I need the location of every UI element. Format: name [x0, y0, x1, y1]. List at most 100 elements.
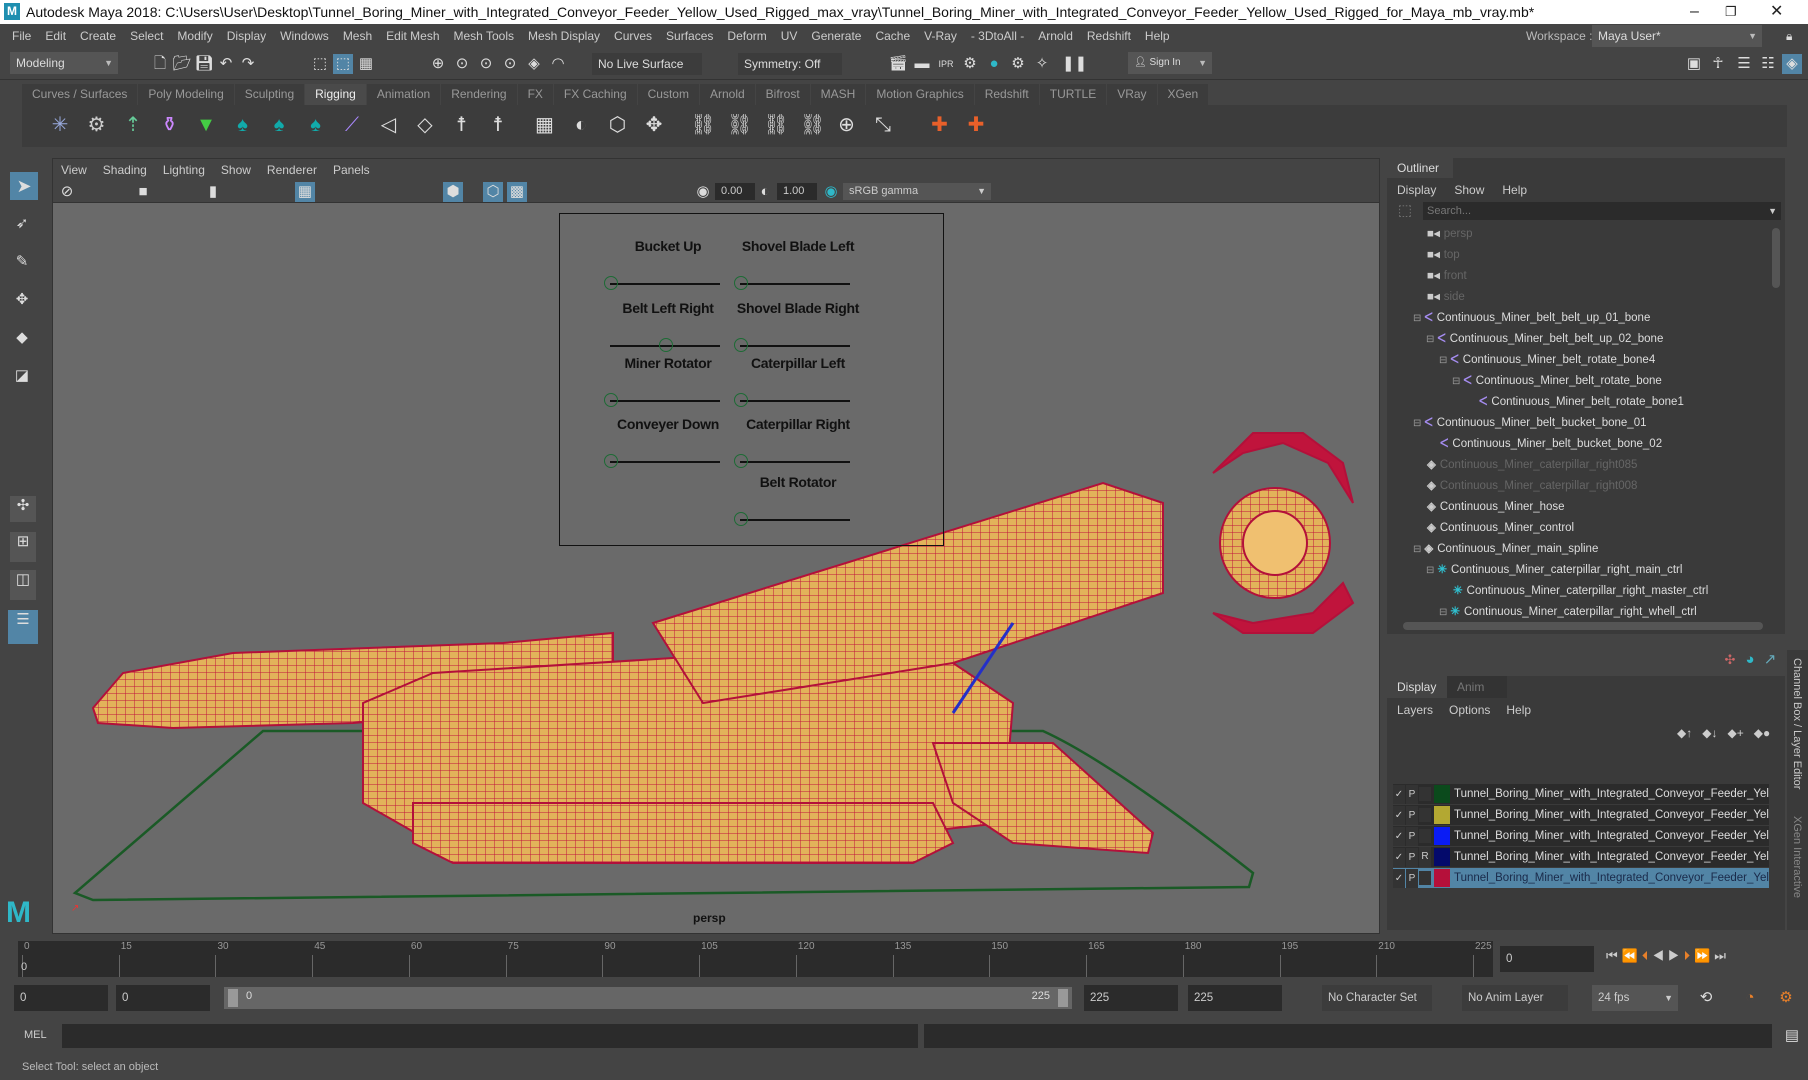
layer-tab-display[interactable]: Display — [1387, 676, 1447, 698]
range-end-handle[interactable] — [1058, 989, 1068, 1007]
shelf-tab-mash[interactable]: MASH — [810, 84, 866, 105]
menu-generate[interactable]: Generate — [811, 24, 861, 48]
shelf-tab-rigging[interactable]: Rigging — [305, 84, 366, 105]
reference-toggle[interactable] — [1419, 786, 1431, 801]
move-layer-down-icon[interactable]: ◆↓ — [1702, 726, 1717, 740]
reference-toggle[interactable]: R — [1419, 847, 1431, 867]
constraint-orange-icon[interactable]: ✚ — [966, 115, 986, 135]
slider-knob[interactable] — [659, 338, 673, 352]
outliner-filter-icon[interactable]: ⬚ — [1395, 201, 1415, 221]
menu-mesh-display[interactable]: Mesh Display — [528, 24, 600, 48]
paint-select-icon[interactable]: ✎ — [12, 252, 32, 272]
tool-settings-icon[interactable]: ☷ — [1758, 54, 1778, 74]
layer-color-swatch[interactable] — [1434, 848, 1450, 866]
slider-knob[interactable] — [734, 276, 748, 290]
start-time-field[interactable]: 0 — [14, 985, 108, 1011]
mel-input[interactable] — [62, 1024, 918, 1048]
expand-toggle-icon[interactable]: ⊟ — [1439, 355, 1447, 366]
visibility-toggle[interactable]: ✓ — [1393, 806, 1405, 825]
workspace-dropdown[interactable]: Maya User* ▼ — [1592, 25, 1762, 47]
camera-icon[interactable]: ■ — [133, 182, 153, 202]
select-component-icon[interactable]: ▦ — [356, 54, 376, 74]
playback-toggle[interactable]: P — [1406, 848, 1418, 867]
cluster-a-icon[interactable]: ♠ — [233, 115, 253, 135]
outliner-item[interactable]: ◈ Continuous_Miner_control — [1413, 518, 1574, 539]
slider-knob[interactable] — [734, 393, 748, 407]
hik-char-icon[interactable]: ☨ — [452, 115, 472, 135]
menu-display[interactable]: Display — [227, 24, 266, 48]
snap-surface-icon[interactable]: ◈ — [524, 54, 544, 74]
shelf-tab-arnold[interactable]: Arnold — [699, 84, 755, 105]
xgen-tab[interactable]: XGen Interactive — [1791, 816, 1803, 898]
symmetry-field[interactable]: Symmetry: Off — [738, 53, 842, 75]
shelf-tab-curves-surfaces[interactable]: Curves / Surfaces — [22, 84, 138, 105]
outliner-layout-icon[interactable]: ☰ — [8, 610, 38, 644]
loop-icon[interactable]: ⟲ — [1696, 988, 1716, 1008]
layer-row[interactable]: ✓ P Tunnel_Boring_Miner_with_Integrated_Co… — [1393, 784, 1769, 804]
new-layer-selected-icon[interactable]: ◆● — [1754, 726, 1770, 740]
menu-mesh[interactable]: Mesh — [343, 24, 372, 48]
panel-menu-show[interactable]: Show — [221, 159, 251, 181]
script-editor-icon[interactable]: ▤ — [1782, 1026, 1802, 1046]
panel-menu-renderer[interactable]: Renderer — [267, 159, 317, 181]
visibility-toggle[interactable]: ✓ — [1393, 848, 1405, 867]
timeline-track[interactable]: 0 15 30 45 60 75 90 105 120 135 150 165 180 195 210 225… — [18, 941, 1493, 977]
shelf-tab-rendering[interactable]: Rendering — [441, 84, 517, 105]
two-view-icon[interactable]: ◫ — [10, 570, 36, 600]
layer-row[interactable]: ✓ P Tunnel_Boring_Miner_with_Integrated_Co… — [1393, 826, 1769, 846]
menu-mesh-tools[interactable]: Mesh Tools — [454, 24, 514, 48]
fps-dropdown[interactable]: 24 fps ▼ — [1592, 985, 1678, 1011]
slider-knob[interactable] — [604, 276, 618, 290]
slider-knob[interactable] — [604, 454, 618, 468]
end-time-field[interactable]: 225 — [1084, 985, 1178, 1011]
menu-arnold[interactable]: Arnold — [1038, 24, 1073, 48]
wrap-icon[interactable]: ⬡ — [608, 115, 628, 135]
expand-toggle-icon[interactable]: ⊟ — [1452, 376, 1460, 387]
aim-constraint-icon[interactable]: ⊕ — [837, 115, 857, 135]
camera-select-icon[interactable]: ⊘ — [57, 182, 77, 202]
reference-toggle[interactable] — [1419, 870, 1431, 885]
outliner-item[interactable]: ◈ Continuous_Miner_caterpillar_right085 — [1413, 455, 1637, 476]
live-surface-field[interactable]: No Live Surface — [592, 53, 702, 75]
menu-cache[interactable]: Cache — [875, 24, 910, 48]
restore-button[interactable]: ❐ — [1725, 0, 1737, 24]
anim-layer-dropdown[interactable]: No Anim Layer — [1462, 985, 1568, 1011]
color-space-dropdown[interactable]: sRGB gamma ▼ — [843, 183, 991, 200]
panel-menu-view[interactable]: View — [61, 159, 87, 181]
pole-vector-icon[interactable]: ⤡ — [873, 115, 893, 135]
outliner-item[interactable]: ᐸ Continuous_Miner_belt_bucket_bone_02 — [1426, 434, 1662, 455]
playback-toggle[interactable]: P — [1406, 785, 1418, 804]
menu-modify[interactable]: Modify — [177, 24, 212, 48]
new-empty-layer-icon[interactable]: ◆+ — [1727, 726, 1743, 740]
layer-row[interactable]: ✓ P R Tunnel_Boring_Miner_with_Integrated_C… — [1393, 847, 1769, 867]
render-view-icon[interactable]: ⚙ — [1008, 54, 1028, 74]
shelf-tab-animation[interactable]: Animation — [366, 84, 441, 105]
shelf-tab-motion-graphics[interactable]: Motion Graphics — [866, 84, 974, 105]
layer-tab-anim[interactable]: Anim — [1447, 676, 1507, 698]
menu-curves[interactable]: Curves — [614, 24, 652, 48]
play-forward-icon[interactable]: ▶ — [1668, 948, 1684, 963]
outliner-item[interactable]: ■◂ front — [1413, 266, 1467, 287]
outliner-menu-show[interactable]: Show — [1454, 183, 1484, 197]
layer-menu-layers[interactable]: Layers — [1397, 703, 1433, 717]
move-tool-indicator-icon[interactable]: ✣ — [1720, 650, 1740, 670]
shelf-tab-sculpting[interactable]: Sculpting — [234, 84, 305, 105]
shelf-tab-bifrost[interactable]: Bifrost — [755, 84, 810, 105]
rotate-tool-icon[interactable]: ◆ — [12, 328, 32, 348]
outliner-item[interactable]: ⊟ ᐸ Continuous_Miner_belt_bucket_bone_01 — [1413, 413, 1647, 434]
move-layer-up-icon[interactable]: ◆↑ — [1677, 726, 1692, 740]
visibility-toggle[interactable]: ✓ — [1393, 869, 1405, 888]
outliner-item[interactable]: ⊟ ◈ Continuous_Miner_main_spline — [1413, 539, 1598, 560]
gamma-icon[interactable]: ◐ — [755, 182, 775, 202]
menu-deform[interactable]: Deform — [727, 24, 766, 48]
shelf-tab-redshift[interactable]: Redshift — [974, 84, 1039, 105]
outliner-item[interactable]: ■◂ top — [1413, 245, 1460, 266]
cluster-c-icon[interactable]: ♠ — [306, 115, 326, 135]
gamma-field[interactable]: 1.00 — [777, 183, 817, 200]
manip-icon[interactable]: ↗ — [1760, 650, 1780, 670]
lock-icon[interactable]: 🔒︎ — [1786, 24, 1792, 48]
layer-row[interactable]: ✓ P Tunnel_Boring_Miner_with_Integrated_Co… — [1393, 805, 1769, 825]
outliner-item[interactable]: ⊟ ✳ Continuous_Miner_caterpillar_right_whe… — [1439, 602, 1697, 619]
outliner-item[interactable]: ■◂ persp — [1413, 224, 1473, 245]
visibility-toggle[interactable]: ✓ — [1393, 785, 1405, 804]
